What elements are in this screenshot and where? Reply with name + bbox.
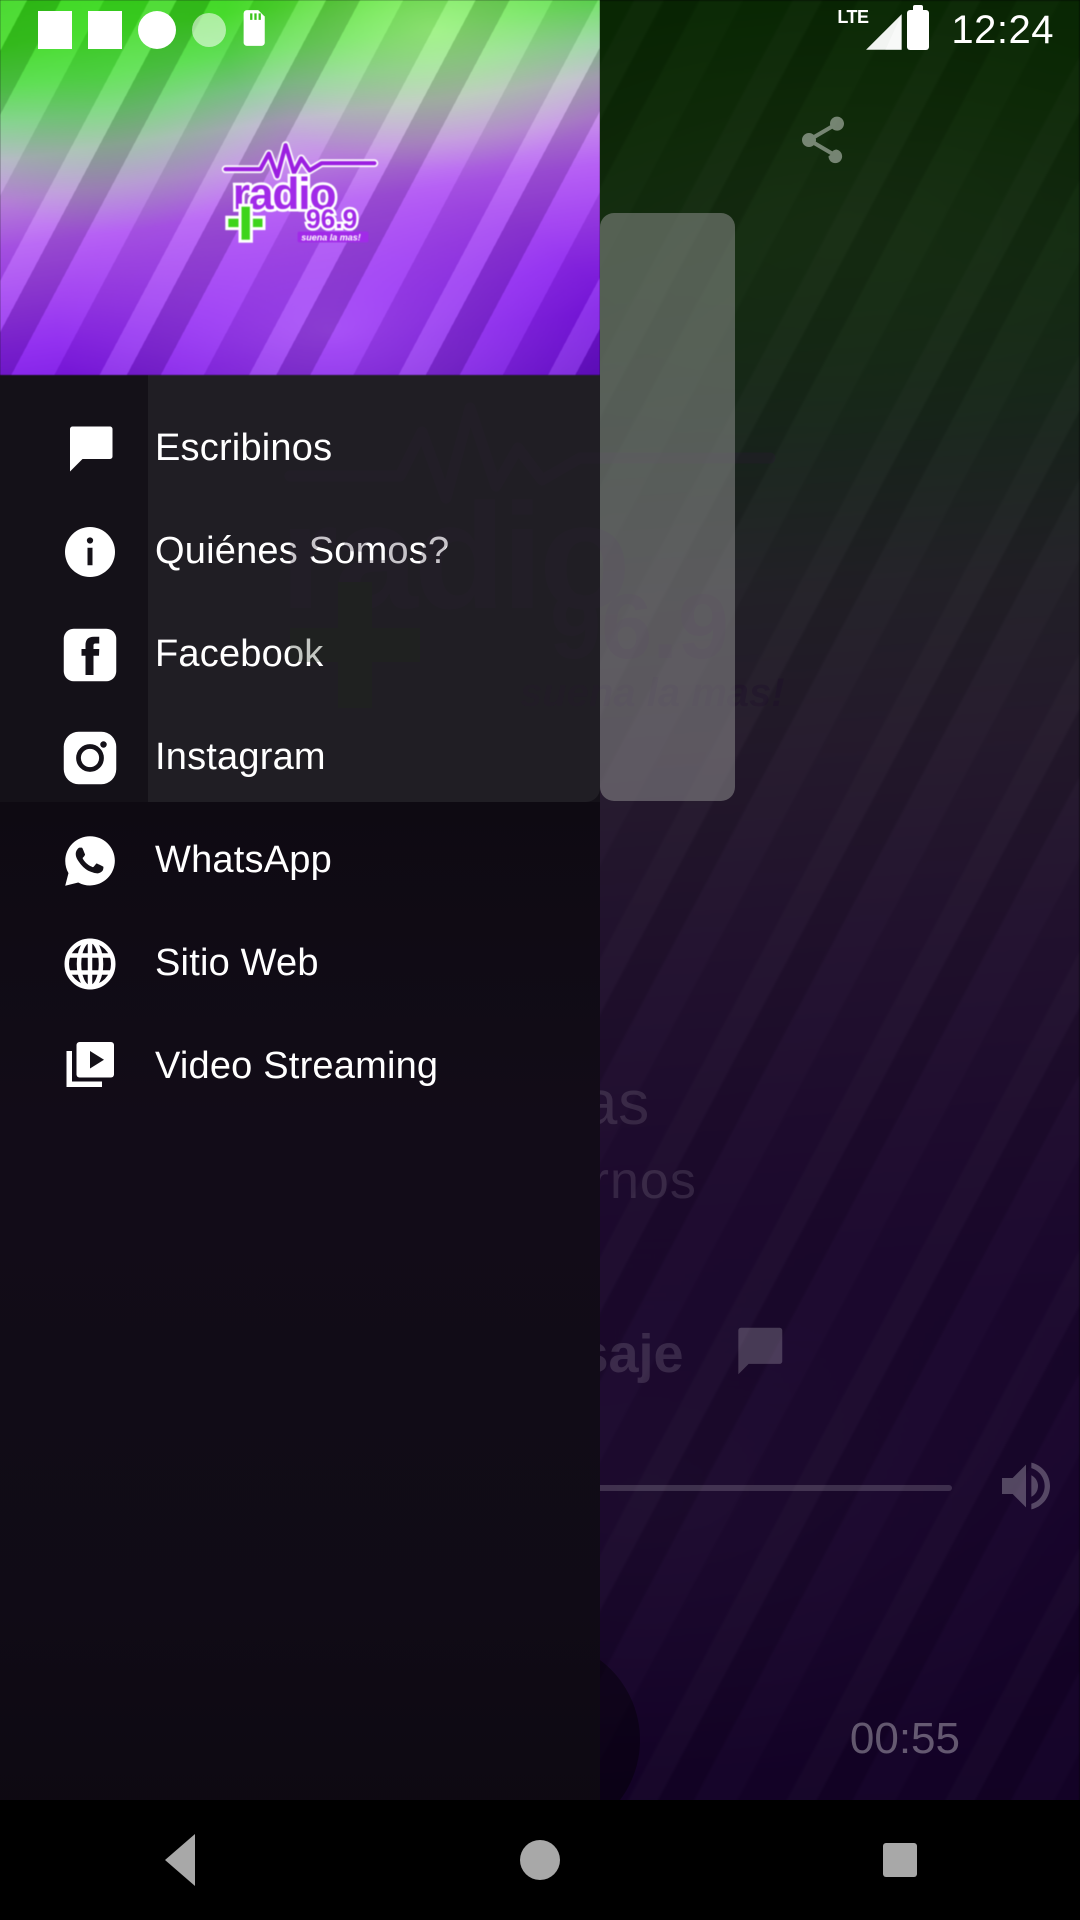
drawer-menu: Escribinos Quiénes Somos? Facebook Insta… <box>0 375 600 1118</box>
menu-item-quienes-somos[interactable]: Quiénes Somos? <box>0 500 600 603</box>
status-bar-clock: 12:24 <box>951 7 1054 52</box>
background-dialog-panel <box>600 213 735 801</box>
status-bar: LTE 12:24 <box>0 0 1080 60</box>
network-signal-icon: LTE <box>837 7 903 51</box>
svg-text:96.9: 96.9 <box>306 204 357 234</box>
navigation-drawer: radio 96.9 suena la mas! radio radio 96.… <box>0 0 600 1920</box>
chat-bubble-icon <box>728 1320 790 1387</box>
menu-item-label: Quiénes Somos? <box>155 530 450 572</box>
globe-icon <box>30 934 150 994</box>
menu-item-video-streaming[interactable]: Video Streaming <box>0 1015 600 1118</box>
status-bar-system: LTE 12:24 <box>837 5 1054 53</box>
menu-item-instagram[interactable]: Instagram <box>0 706 600 809</box>
menu-item-label: Sitio Web <box>155 942 319 984</box>
chat-bubble-icon <box>30 419 150 479</box>
recents-square-icon <box>883 1843 917 1877</box>
share-icon[interactable] <box>778 95 868 185</box>
notification-square-icon <box>88 11 122 49</box>
android-navigation-bar <box>0 1800 1080 1920</box>
home-button[interactable] <box>465 1800 615 1920</box>
menu-item-escribinos[interactable]: Escribinos <box>0 397 600 500</box>
menu-item-whatsapp[interactable]: WhatsApp <box>0 809 600 912</box>
notification-square-icon <box>38 11 72 49</box>
menu-item-label: Video Streaming <box>155 1045 439 1087</box>
instagram-icon <box>30 728 150 788</box>
menu-item-facebook[interactable]: Facebook <box>0 603 600 706</box>
home-circle-icon <box>520 1840 560 1880</box>
recents-button[interactable] <box>825 1800 975 1920</box>
menu-item-label: Facebook <box>155 633 324 675</box>
facebook-icon <box>30 625 150 685</box>
battery-icon <box>907 5 930 50</box>
svg-text:suena la mas!: suena la mas! <box>301 233 361 243</box>
elapsed-time: 00:55 <box>849 1714 960 1763</box>
back-triangle-icon <box>165 1834 195 1886</box>
back-button[interactable] <box>105 1800 255 1920</box>
menu-item-label: Instagram <box>155 736 326 778</box>
drawer-logo: radio radio 96.9 96.9 suena la mas! <box>221 141 379 243</box>
menu-item-sitio-web[interactable]: Sitio Web <box>0 912 600 1015</box>
menu-item-label: WhatsApp <box>155 839 332 881</box>
volume-icon[interactable] <box>994 1454 1058 1523</box>
whatsapp-icon <box>30 830 150 892</box>
sync-icon <box>192 13 226 47</box>
sd-card-icon <box>242 9 268 52</box>
menu-item-label: Escribinos <box>155 427 333 469</box>
video-library-icon <box>30 1037 150 1097</box>
status-bar-notifications <box>38 9 268 52</box>
info-circle-icon <box>30 522 150 582</box>
phone-screen: radio 96.9 suena la mas! Gracias por ele… <box>0 0 1080 1920</box>
notification-circle-icon <box>138 11 176 49</box>
